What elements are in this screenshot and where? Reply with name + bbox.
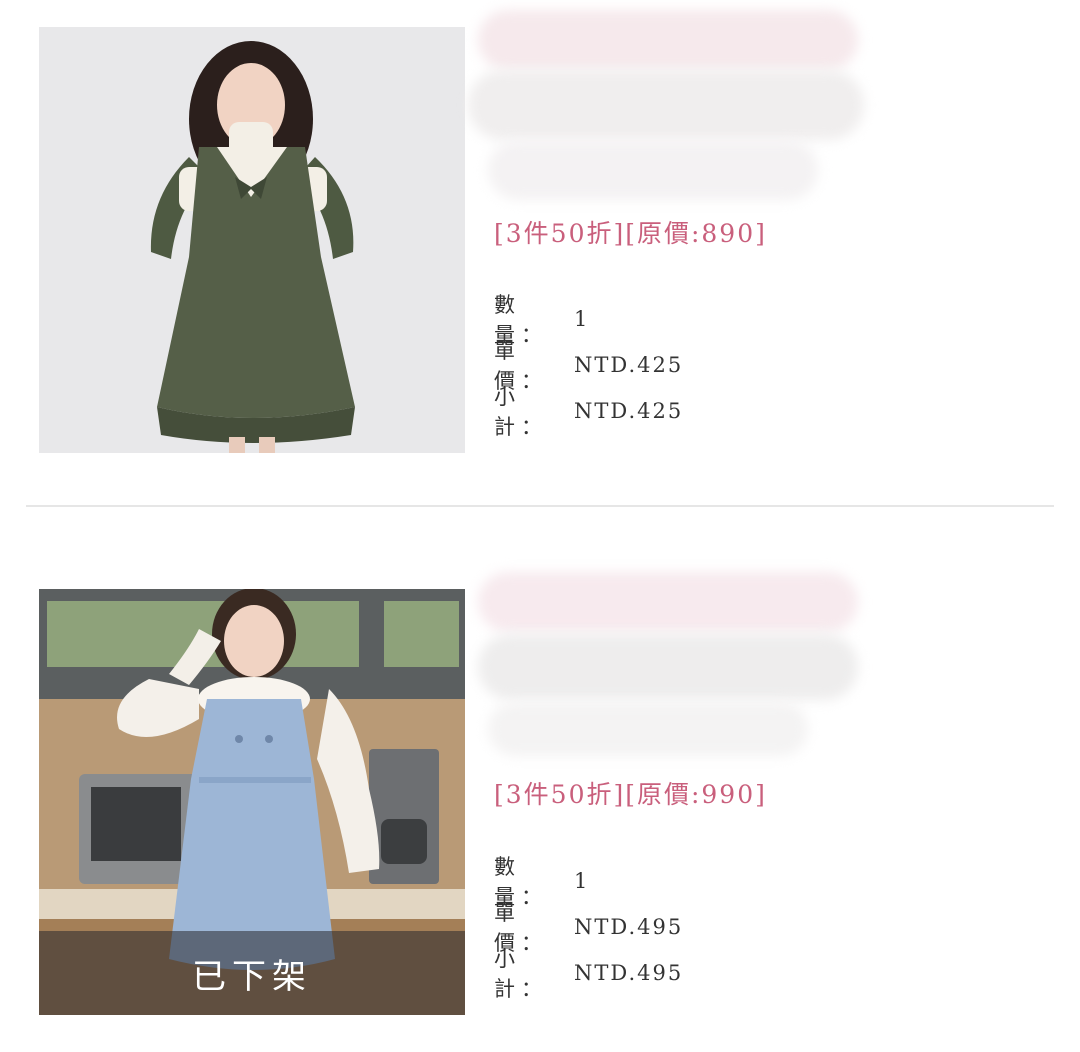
- quantity-value: 1: [574, 869, 590, 893]
- cart-item: [3件50折][原價:890] 數量： 1 單價： NTD.425 小計： NT…: [0, 0, 1080, 505]
- promo-price-text: [3件50折][原價:990]: [494, 780, 767, 809]
- item-details: 數量： 1 單價： NTD.425 小計： NTD.425: [494, 293, 684, 439]
- item-details: 數量： 1 單價： NTD.495 小計： NTD.495: [494, 855, 684, 1001]
- unit-price-value: NTD.425: [574, 353, 684, 377]
- promo-price-text: [3件50折][原價:890]: [494, 219, 767, 248]
- product-name-redacted: [468, 0, 868, 215]
- sold-out-label: 已下架: [192, 956, 312, 997]
- subtotal-label: 小計：: [494, 385, 548, 439]
- olive-dress-illustration: [39, 27, 465, 453]
- quantity-value: 1: [574, 307, 590, 331]
- sold-out-overlay: 已下架: [39, 931, 465, 1015]
- product-image[interactable]: 已下架: [39, 589, 465, 1015]
- cart-item: 已下架 [3件50折][原價:990] 數量： 1 單價： NTD.495 小計…: [0, 507, 1080, 1052]
- subtotal-label: 小計：: [494, 947, 548, 1001]
- subtotal-row: 小計： NTD.425: [494, 385, 684, 439]
- unit-price-value: NTD.495: [574, 915, 684, 939]
- subtotal-value: NTD.495: [574, 961, 684, 985]
- product-image[interactable]: [39, 27, 465, 453]
- product-name-redacted: [468, 562, 868, 757]
- subtotal-value: NTD.425: [574, 399, 684, 423]
- subtotal-row: 小計： NTD.495: [494, 947, 684, 1001]
